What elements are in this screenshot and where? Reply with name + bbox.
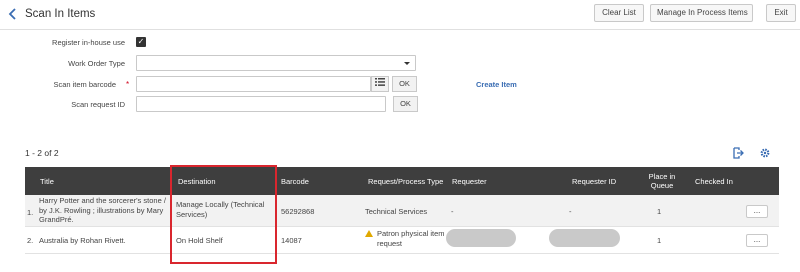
requester-redacted bbox=[446, 229, 516, 247]
request-type-cell: Patron physical item request bbox=[377, 229, 445, 248]
col-title[interactable]: Title bbox=[40, 177, 54, 186]
barcode-cell: 14087 bbox=[281, 236, 302, 245]
work-order-type-select[interactable] bbox=[136, 55, 416, 71]
results-count: 1 - 2 of 2 bbox=[25, 148, 59, 158]
clear-list-button[interactable]: Clear List bbox=[594, 4, 644, 22]
manage-in-process-items-button[interactable]: Manage In Process Items bbox=[650, 4, 753, 22]
barcode-list-icon[interactable] bbox=[371, 76, 389, 92]
request-type-cell: Technical Services bbox=[365, 207, 428, 216]
place-in-queue-cell: 1 bbox=[657, 236, 662, 245]
col-destination[interactable]: Destination bbox=[178, 177, 216, 186]
settings-gear-icon[interactable] bbox=[759, 147, 771, 159]
dropdown-caret-icon bbox=[404, 62, 410, 65]
scan-item-ok-button[interactable]: OK bbox=[392, 76, 417, 92]
row-number: 1. bbox=[27, 208, 34, 217]
back-chevron-icon[interactable] bbox=[6, 7, 20, 21]
page-title: Scan In Items bbox=[25, 8, 96, 20]
barcode-cell: 56292868 bbox=[281, 207, 315, 216]
required-marker: * bbox=[126, 80, 130, 89]
col-barcode[interactable]: Barcode bbox=[281, 177, 309, 186]
row-actions-button[interactable]: ... bbox=[746, 205, 768, 218]
warning-icon bbox=[365, 230, 373, 237]
col-place-in-queue[interactable]: Place in Queue bbox=[643, 172, 681, 190]
requester-id-redacted bbox=[549, 229, 620, 247]
table-row: 2. Australia by Rohan Rivett. On Hold Sh… bbox=[25, 228, 779, 254]
page-header: Scan In Items Clear List Manage In Proce… bbox=[0, 0, 800, 30]
requester-cell: - bbox=[451, 207, 454, 216]
place-in-queue-cell: 1 bbox=[657, 207, 662, 216]
item-title-link[interactable]: Harry Potter and the sorcerer's stone / … bbox=[39, 196, 169, 225]
col-requester[interactable]: Requester bbox=[452, 177, 487, 186]
destination-cell: Manage Locally (Technical Services) bbox=[176, 200, 265, 219]
col-request-process-type[interactable]: Request/Process Type bbox=[368, 177, 443, 186]
scan-item-barcode-label: Scan item barcode bbox=[53, 80, 116, 89]
scan-request-ok-button[interactable]: OK bbox=[393, 96, 418, 112]
register-in-house-label: Register in-house use bbox=[52, 38, 125, 47]
scan-item-barcode-input[interactable] bbox=[136, 76, 371, 92]
row-actions-button[interactable]: ... bbox=[746, 234, 768, 247]
work-order-type-label: Work Order Type bbox=[68, 59, 125, 68]
item-title-link[interactable]: Australia by Rohan Rivett. bbox=[39, 236, 169, 246]
table-row: 1. Harry Potter and the sorcerer's stone… bbox=[25, 195, 779, 227]
col-checked-in[interactable]: Checked In bbox=[695, 177, 733, 186]
col-requester-id[interactable]: Requester ID bbox=[572, 177, 616, 186]
destination-cell: On Hold Shelf bbox=[176, 236, 223, 245]
requester-id-cell: - bbox=[569, 207, 572, 216]
results-table-header: Title Destination Barcode Request/Proces… bbox=[25, 167, 779, 195]
scan-request-id-input[interactable] bbox=[136, 96, 386, 112]
create-item-link[interactable]: Create Item bbox=[476, 80, 517, 89]
export-icon[interactable] bbox=[732, 147, 744, 159]
row-number: 2. bbox=[27, 236, 34, 245]
register-in-house-checkbox[interactable]: ✓ bbox=[136, 37, 146, 47]
scan-request-id-label: Scan request ID bbox=[71, 100, 125, 109]
exit-button[interactable]: Exit bbox=[766, 4, 796, 22]
